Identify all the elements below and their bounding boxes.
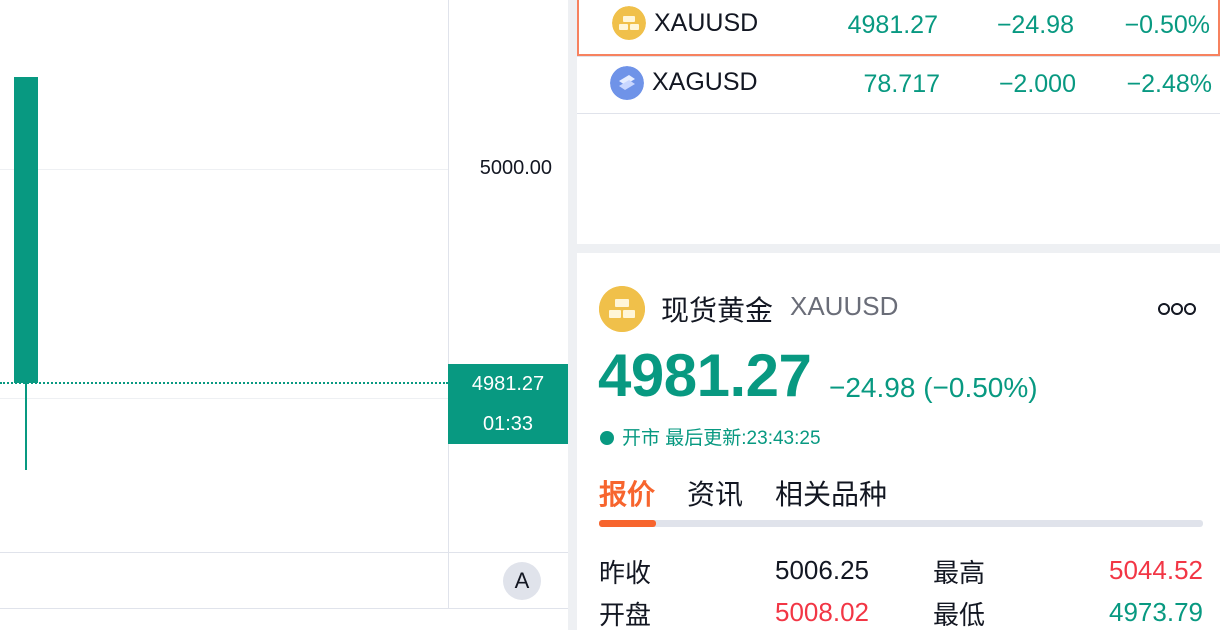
quote-value: 5044.52 bbox=[1109, 555, 1203, 585]
watchlist-separator bbox=[577, 113, 1220, 114]
watchlist: XAUUSD 4981.27 −24.98 −0.50% XAGUSD 78.7… bbox=[577, 0, 1220, 244]
tab-quote[interactable]: 报价 bbox=[599, 473, 655, 513]
watchlist-change-pct: −2.48% bbox=[1126, 70, 1213, 98]
watchlist-symbol: XAGUSD bbox=[652, 68, 758, 96]
quote-value: 5006.25 bbox=[775, 555, 869, 585]
gold-bar-icon bbox=[612, 6, 646, 40]
axis-corner-separator bbox=[448, 553, 449, 608]
watchlist-change-pct: −0.50% bbox=[1124, 11, 1211, 39]
grid-line bbox=[0, 398, 448, 399]
candle-body[interactable] bbox=[14, 77, 38, 383]
tab-track bbox=[599, 520, 1203, 527]
gold-bar-icon bbox=[599, 286, 645, 332]
last-price-value: 4981.27 bbox=[471, 373, 545, 395]
price-axis-border bbox=[448, 0, 449, 553]
quote-value: 5008.02 bbox=[775, 597, 869, 627]
pane-splitter[interactable] bbox=[568, 0, 577, 630]
quote-value: 4973.79 bbox=[1109, 597, 1203, 627]
watchlist-row-xagusd[interactable]: XAGUSD 78.717 −2.000 −2.48% bbox=[577, 57, 1220, 113]
chart-pane[interactable]: 5000.00 4981.27 01:33 A bbox=[0, 0, 568, 630]
last-price-tag: 4981.27 01:33 bbox=[448, 364, 568, 444]
symbol-name: 现货黄金 bbox=[661, 295, 774, 326]
watchlist-row-xauusd[interactable]: XAUUSD 4981.27 −24.98 −0.50% bbox=[577, 0, 1220, 56]
watchlist-last: 78.717 bbox=[863, 70, 940, 98]
tab-news[interactable]: 资讯 bbox=[687, 473, 743, 513]
grid-line bbox=[0, 169, 448, 170]
quote-label: 昨收 bbox=[599, 558, 652, 588]
auto-scale-button[interactable]: A bbox=[503, 562, 541, 600]
quote-label: 最高 bbox=[933, 558, 986, 588]
tab-related[interactable]: 相关品种 bbox=[775, 473, 887, 513]
time-axis-border bbox=[0, 552, 568, 553]
symbol-price: 4981.27 bbox=[598, 342, 812, 409]
more-dots-icon[interactable] bbox=[1157, 299, 1197, 319]
market-status: 开市 最后更新:23:43:25 bbox=[600, 423, 821, 450]
status-dot-icon bbox=[600, 431, 614, 445]
toolbar-border bbox=[0, 608, 568, 609]
market-status-text: 开市 最后更新:23:43:25 bbox=[622, 428, 821, 449]
symbol-change: −24.98 (−0.50%) bbox=[829, 372, 1038, 403]
section-divider[interactable] bbox=[577, 244, 1220, 253]
price-axis-label: 5000.00 bbox=[479, 157, 552, 179]
quote-label: 开盘 bbox=[599, 600, 652, 630]
tab-indicator bbox=[599, 520, 656, 527]
bar-countdown: 01:33 bbox=[482, 413, 534, 435]
watchlist-symbol: XAUUSD bbox=[654, 9, 759, 37]
symbol-code: XAUUSD bbox=[790, 291, 899, 321]
watchlist-last: 4981.27 bbox=[847, 11, 938, 39]
watchlist-change: −2.000 bbox=[998, 70, 1076, 98]
watchlist-change: −24.98 bbox=[996, 11, 1074, 39]
silver-bar-icon bbox=[610, 66, 644, 100]
last-price-line bbox=[0, 382, 448, 384]
quote-label: 最低 bbox=[933, 600, 986, 630]
symbol-details: 现货黄金 XAUUSD 4981.27 −24.98 (−0.50%) 开市 最… bbox=[577, 253, 1220, 630]
